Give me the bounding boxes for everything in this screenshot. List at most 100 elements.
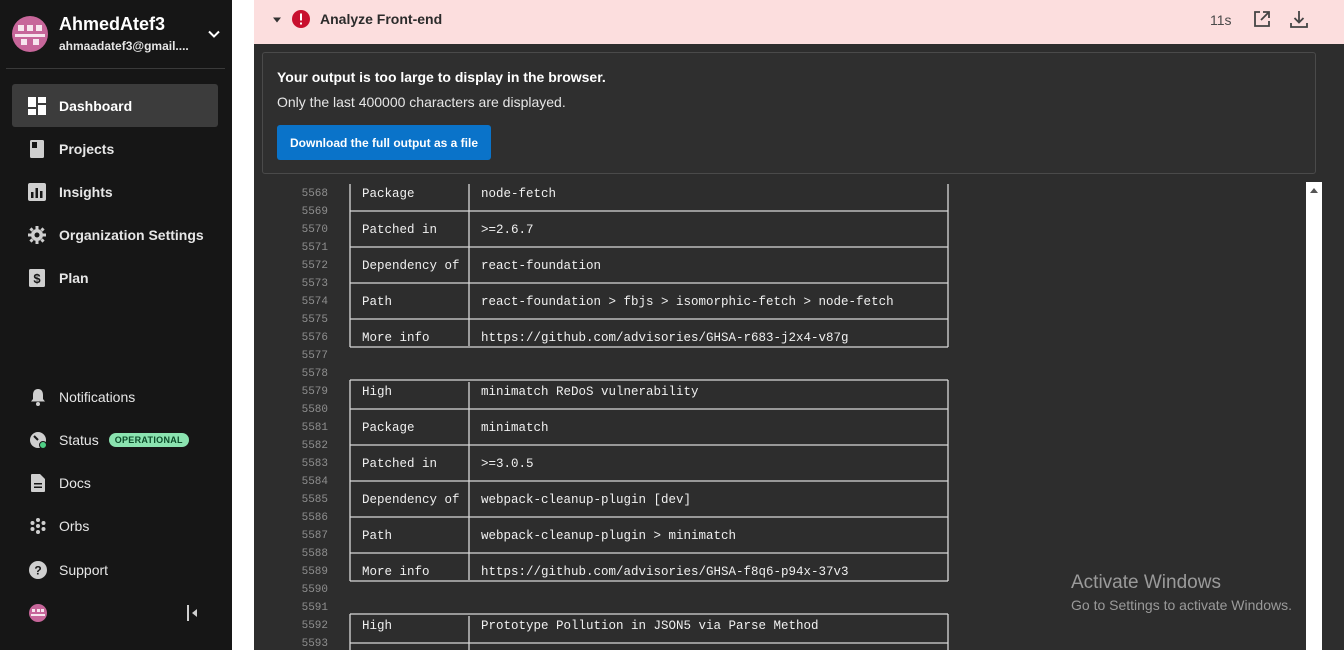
table-cell-value: react-foundation xyxy=(481,259,602,273)
table-border xyxy=(349,379,949,382)
sidebar-item-projects[interactable]: Projects xyxy=(12,127,218,170)
log-line: 5574 Path react-foundation > fbjs > isomor… xyxy=(254,292,1306,310)
table-border xyxy=(349,346,949,348)
sidebar-divider xyxy=(6,68,225,69)
app-window: AhmedAtef3 ahmaadatef3@gmail.... Dashboa… xyxy=(0,0,1344,650)
sidebar-item-notifications[interactable]: Notifications xyxy=(12,381,218,413)
sidebar-item-label: Orbs xyxy=(59,518,90,534)
sidebar-item-label: Insights xyxy=(59,183,113,200)
log-line: 5573 xyxy=(254,274,1306,292)
sidebar-item-status[interactable]: Status OPERATIONAL xyxy=(12,424,218,456)
sidebar-item-organization-settings[interactable]: Organization Settings xyxy=(12,213,218,256)
table-cell-key: Package xyxy=(362,421,415,435)
bell-icon xyxy=(28,387,48,407)
sidebar-item-label: Notifications xyxy=(59,389,136,405)
table-cell-value: minimatch ReDoS vulnerability xyxy=(481,385,699,399)
job-step-title: Analyze Front-end xyxy=(320,11,443,27)
sidebar-item-label: Docs xyxy=(59,475,91,491)
log-line: 5579 High minimatch ReDoS vulnerability xyxy=(254,382,1306,400)
caret-down-icon[interactable] xyxy=(272,15,282,25)
sidebar-item-docs[interactable]: Docs xyxy=(12,467,218,499)
sidebar-item-insights[interactable]: Insights xyxy=(12,170,218,213)
windows-activation-watermark: Activate Windows Go to Settings to activ… xyxy=(1071,572,1292,613)
svg-text:?: ? xyxy=(34,564,41,578)
table-cell-key: Dependency of xyxy=(362,259,460,273)
table-border xyxy=(349,472,949,490)
download-icon[interactable] xyxy=(1289,9,1309,29)
log-line: 5583 Patched in >=3.0.5 xyxy=(254,454,1306,472)
sidebar: AhmedAtef3 ahmaadatef3@gmail.... Dashboa… xyxy=(0,0,232,650)
open-external-icon[interactable] xyxy=(1253,10,1271,28)
scroll-up-arrow-icon[interactable] xyxy=(1310,188,1318,193)
collapse-sidebar-icon[interactable] xyxy=(184,604,200,622)
sidebar-item-label: Organization Settings xyxy=(59,226,204,243)
watermark-line2: Go to Settings to activate Windows. xyxy=(1071,597,1292,613)
status-badge: OPERATIONAL xyxy=(108,433,189,447)
user-avatar xyxy=(12,16,48,52)
sidebar-item-label: Support xyxy=(59,562,109,578)
log-line: 5577 xyxy=(254,346,1306,364)
table-cell-value: https://github.com/advisories/GHSA-r683-… xyxy=(481,331,849,345)
table-cell-key: Package xyxy=(362,187,415,201)
table-cell-key: High xyxy=(362,619,393,633)
table-border xyxy=(349,382,949,400)
table-cell-value: webpack-cleanup-plugin [dev] xyxy=(481,493,692,507)
chevron-down-icon[interactable] xyxy=(206,26,222,42)
job-duration: 11s xyxy=(1210,12,1232,28)
table-cell-value: react-foundation > fbjs > isomorphic-fet… xyxy=(481,295,894,309)
log-line: 5587 Path webpack-cleanup-plugin > minimat… xyxy=(254,526,1306,544)
table-border xyxy=(349,238,949,256)
notice-subtitle: Only the last 400000 characters are disp… xyxy=(277,94,566,110)
log-scrollbar[interactable] xyxy=(1306,182,1322,650)
log-line: 5576 More info https://github.com/advisori… xyxy=(254,328,1306,346)
log-line: 5571 xyxy=(254,238,1306,256)
log-line: 5580 xyxy=(254,400,1306,418)
output-too-large-notice: Your output is too large to display in t… xyxy=(262,52,1316,174)
log-line: 5581 Package minimatch xyxy=(254,418,1306,436)
table-border xyxy=(349,400,949,418)
sidebar-item-plan[interactable]: $ Plan xyxy=(12,256,218,299)
log-line: 5572 Dependency of react-foundation xyxy=(254,256,1306,274)
table-cell-value: >=2.6.7 xyxy=(481,223,534,237)
job-step-header[interactable]: Analyze Front-end 11s xyxy=(254,0,1344,44)
table-cell-key: High xyxy=(362,385,393,399)
user-name: AhmedAtef3 xyxy=(59,14,166,34)
user-email: ahmaadatef3@gmail.... xyxy=(59,39,189,53)
log-line: 5584 xyxy=(254,472,1306,490)
dashboard-icon xyxy=(28,96,46,115)
table-cell-key: More info xyxy=(362,331,430,345)
table-border xyxy=(349,310,949,328)
sidebar-item-label: Dashboard xyxy=(59,97,133,114)
sidebar-item-dashboard[interactable]: Dashboard xyxy=(12,84,218,127)
sidebar-item-label: Status xyxy=(59,432,99,448)
sidebar-item-label: Plan xyxy=(59,269,89,286)
main-content: Analyze Front-end 11s Your output is too… xyxy=(232,0,1344,650)
log-line: 5588 xyxy=(254,544,1306,562)
plan-dollar-icon: $ xyxy=(28,268,46,287)
table-border xyxy=(349,526,949,544)
log-line: 5570 Patched in >=2.6.7 xyxy=(254,220,1306,238)
table-cell-key: Patched in xyxy=(362,457,438,471)
sidebar-item-label: Projects xyxy=(59,140,115,157)
log-line: 5592 High Prototype Pollution in JSON5 via… xyxy=(254,616,1306,634)
table-cell-value: https://github.com/advisories/GHSA-f8q6-… xyxy=(481,565,849,579)
status-icon xyxy=(28,430,48,450)
download-full-output-button[interactable]: Download the full output as a file xyxy=(277,125,491,160)
log-line: 5593 xyxy=(254,634,1306,650)
table-cell-value: Prototype Pollution in JSON5 via Parse M… xyxy=(481,619,819,633)
failed-status-icon xyxy=(292,10,310,28)
log-line: 5582 xyxy=(254,436,1306,454)
projects-icon xyxy=(28,139,46,158)
table-border xyxy=(349,508,949,526)
orbs-icon xyxy=(28,516,48,536)
table-cell-key: Path xyxy=(362,529,393,543)
insights-icon xyxy=(28,182,46,201)
org-avatar[interactable] xyxy=(29,604,47,622)
table-cell-key: More info xyxy=(362,565,430,579)
sidebar-item-support[interactable]: ? Support xyxy=(12,554,218,586)
user-menu[interactable]: AhmedAtef3 ahmaadatef3@gmail.... xyxy=(12,14,226,56)
table-border xyxy=(349,202,949,220)
table-border xyxy=(349,274,949,292)
sidebar-item-orbs[interactable]: Orbs xyxy=(12,510,218,542)
table-cell-value: >=3.0.5 xyxy=(481,457,534,471)
